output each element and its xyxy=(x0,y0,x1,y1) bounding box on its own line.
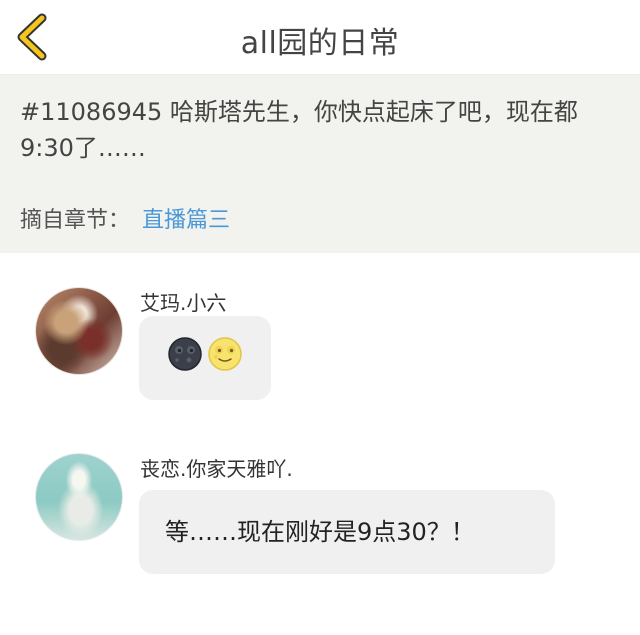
header-bar: all园的日常 xyxy=(0,0,640,75)
chapter-link[interactable]: 直播篇三 xyxy=(142,208,230,233)
chapter-label: 摘自章节： xyxy=(20,208,131,233)
quoted-message: #11086945 哈斯塔先生，你快点起床了吧，现在都9:30了…… 摘自章节：… xyxy=(0,75,640,253)
avatar[interactable] xyxy=(35,453,123,541)
comment-text: 等……现在刚好是9点30？！ xyxy=(165,518,475,546)
quote-text: #11086945 哈斯塔先生，你快点起床了吧，现在都9:30了…… xyxy=(20,98,578,162)
comment-username[interactable]: 艾玛.小六 xyxy=(140,287,226,316)
new-moon-face-icon xyxy=(168,337,202,371)
comment-bubble xyxy=(139,316,271,400)
chapter-source: 摘自章节： 直播篇三 xyxy=(20,202,230,234)
comment-username[interactable]: 丧恋.你家天雅吖. xyxy=(140,453,293,482)
avatar[interactable] xyxy=(35,287,123,375)
comment-bubble: 等……现在刚好是9点30？！ xyxy=(139,490,555,574)
page-title: all园的日常 xyxy=(240,26,400,61)
full-moon-face-icon xyxy=(208,337,242,371)
